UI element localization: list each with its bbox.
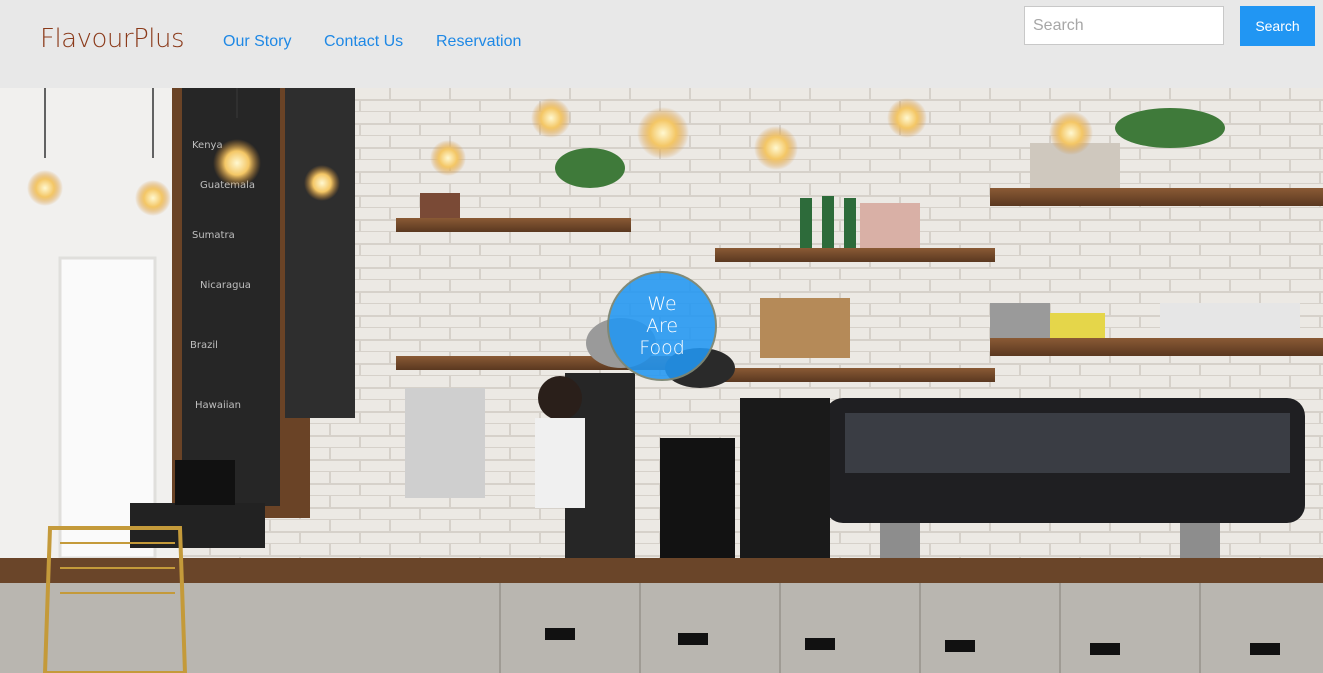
nav-link-reservation[interactable]: Reservation (436, 33, 521, 51)
we-are-food-badge: We Are Food (607, 271, 717, 381)
svg-text:Brazil: Brazil (190, 340, 218, 351)
top-navbar: FlavourPlus Our Story Contact Us Reserva… (0, 0, 1323, 88)
nav-link-our-story[interactable]: Our Story (223, 33, 291, 51)
hero-banner: Kenya Guatemala Sumatra Nicaragua Brazil Ha… (0, 88, 1323, 673)
search-button[interactable]: Search (1240, 6, 1315, 46)
brand-logo[interactable]: FlavourPlus (40, 24, 185, 54)
svg-text:Nicaragua: Nicaragua (200, 280, 251, 291)
badge-line-2: Are (645, 315, 679, 337)
svg-text:Sumatra: Sumatra (192, 230, 235, 241)
nav-link-contact-us[interactable]: Contact Us (324, 33, 403, 51)
search-input[interactable] (1024, 6, 1224, 45)
badge-line-1: We (647, 293, 677, 315)
svg-text:Hawaiian: Hawaiian (195, 400, 241, 411)
badge-line-3: Food (639, 337, 685, 359)
